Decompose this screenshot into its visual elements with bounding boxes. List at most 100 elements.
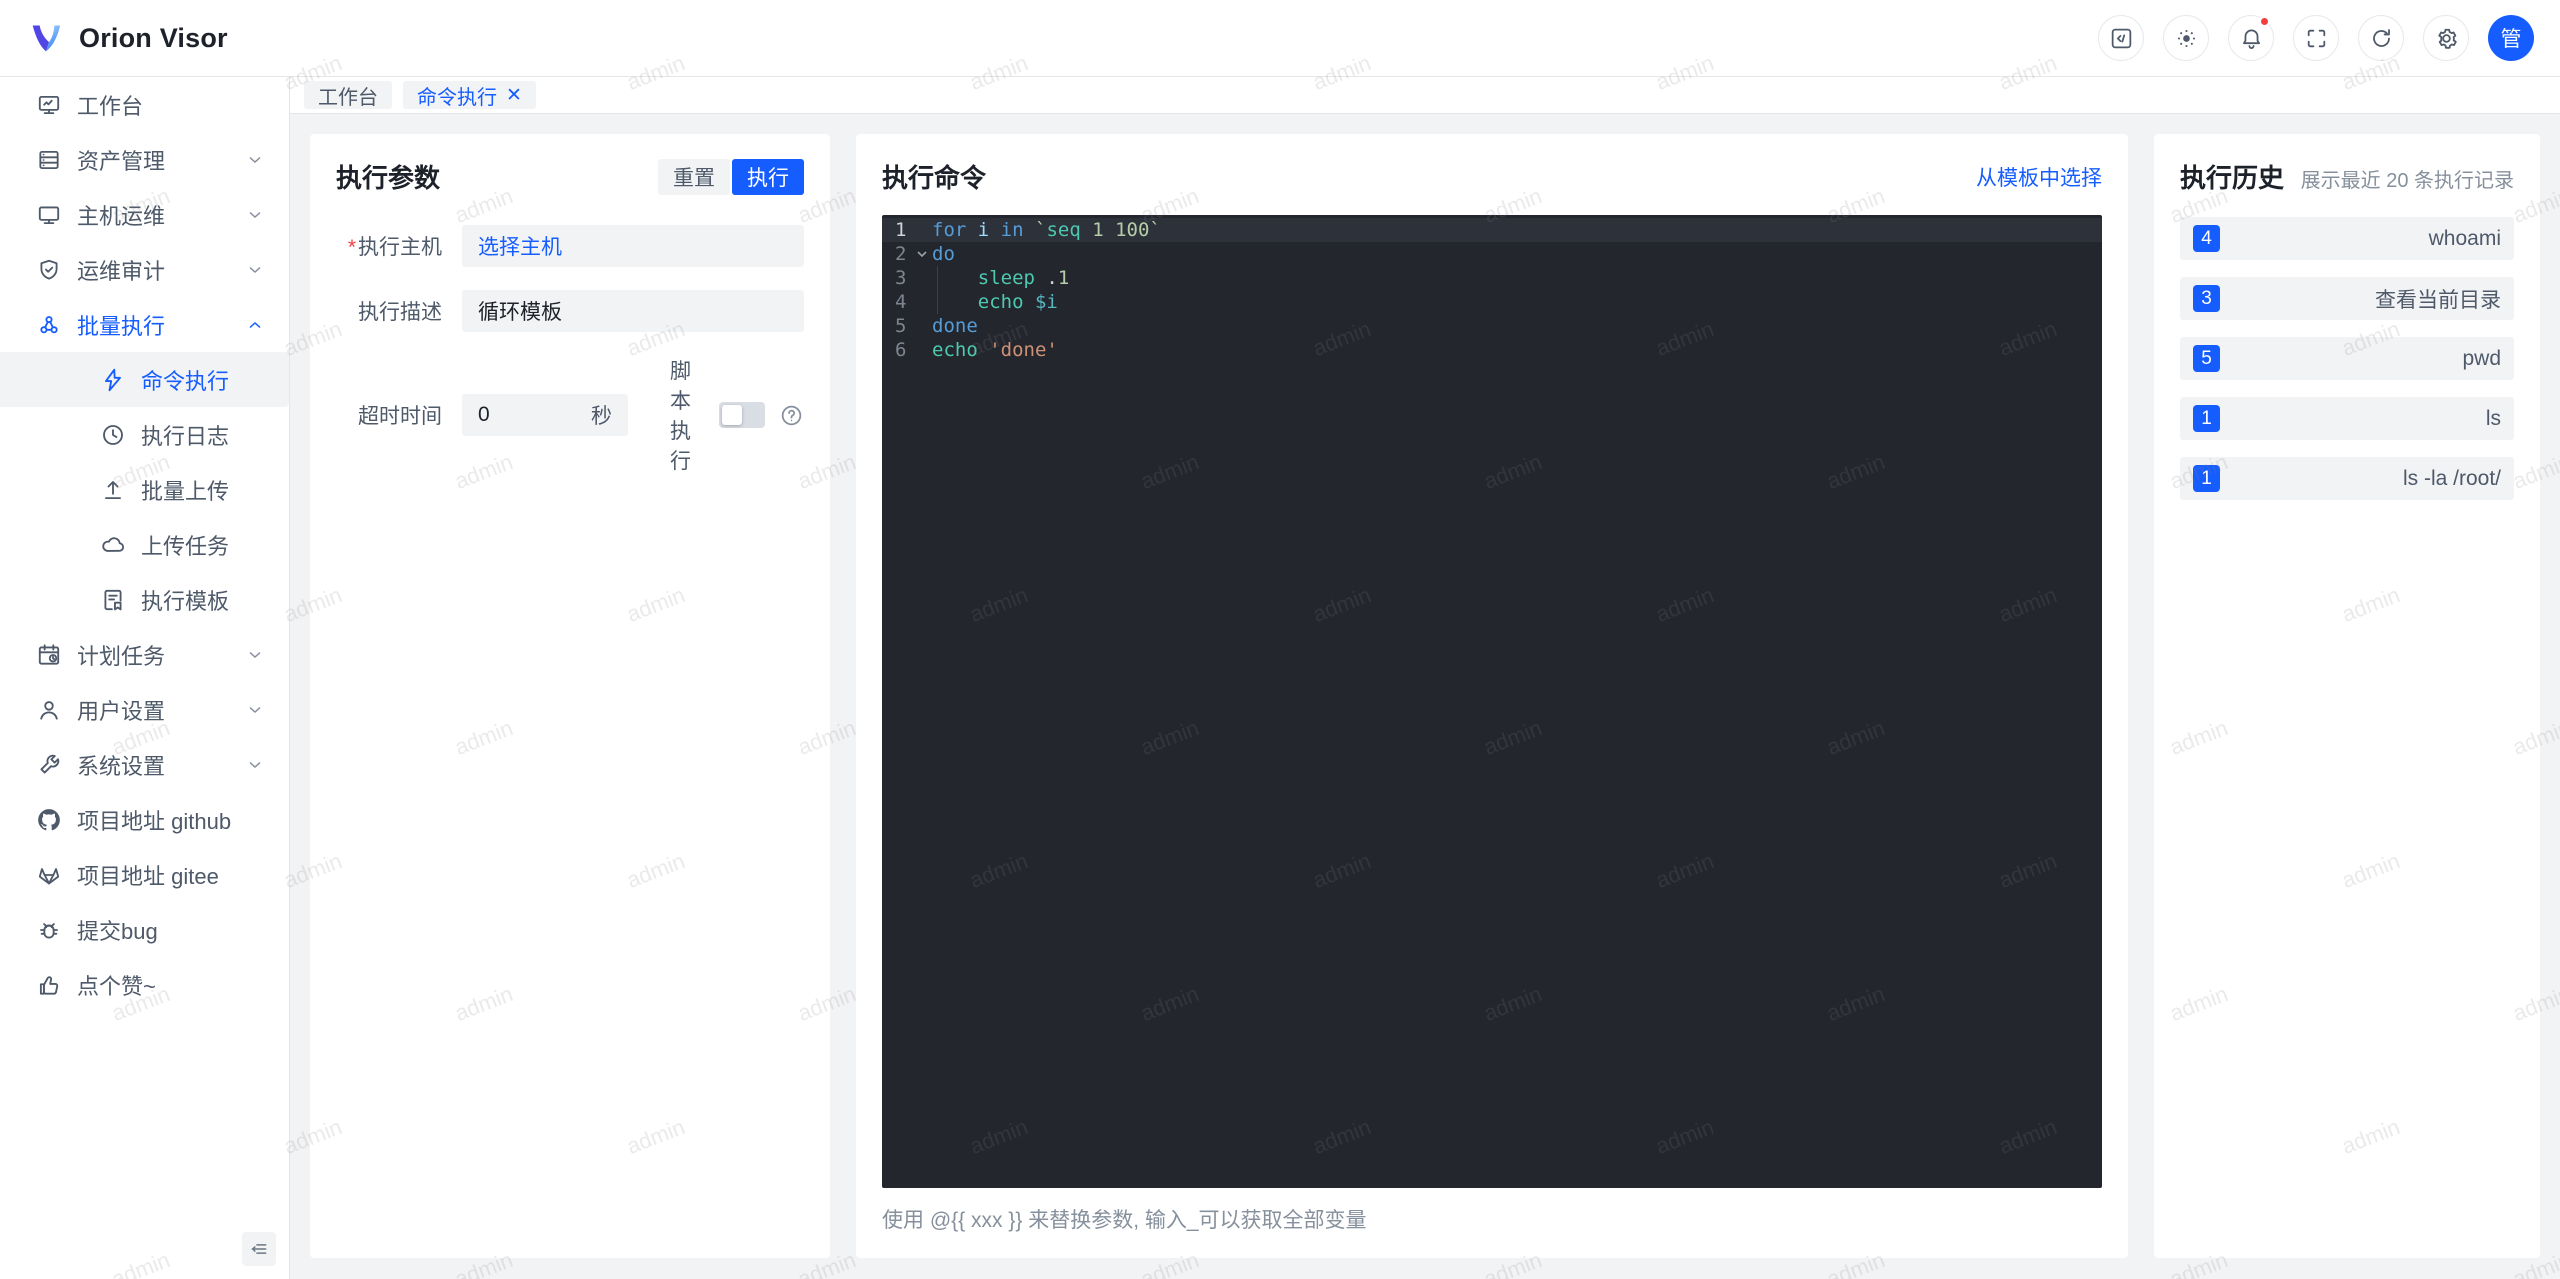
chevron-down-icon: [249, 211, 261, 218]
sidebar-item-ops-audit[interactable]: 运维审计: [0, 242, 289, 297]
theme-toggle-button[interactable]: [2163, 15, 2209, 61]
chevron-down-icon: [249, 156, 261, 163]
code-line: 4 echo $i: [882, 290, 2102, 314]
exec-count-badge: 3: [2193, 285, 2220, 312]
chevron-down-icon: [249, 706, 261, 713]
sidebar-item-label: 项目地址 github: [77, 808, 232, 834]
app-title: Orion Visor: [79, 22, 228, 53]
sidebar-item-exec-template[interactable]: 执行模板: [0, 572, 289, 627]
history-item[interactable]: 4 whoami: [2180, 217, 2514, 260]
sidebar-item-github[interactable]: 项目地址 github: [0, 792, 289, 847]
tab-close-icon[interactable]: ✕: [506, 86, 522, 105]
sidebar-item-gitee[interactable]: 项目地址 gitee: [0, 847, 289, 902]
script-exec-toggle[interactable]: [719, 402, 765, 428]
settings-button[interactable]: [2423, 15, 2469, 61]
history-list: 4 whoami 3 查看当前目录 5 pwd 1 ls 1 ls -la /r…: [2180, 217, 2514, 500]
line-number: 1: [895, 219, 907, 241]
settings-gear-icon: [2437, 28, 2457, 49]
history-item[interactable]: 1 ls: [2180, 397, 2514, 440]
app-logo[interactable]: Orion Visor: [26, 18, 228, 58]
sidebar-item-system-settings[interactable]: 系统设置: [0, 737, 289, 792]
sidebar-item-batch-exec[interactable]: 批量执行: [0, 297, 289, 352]
code-square-button[interactable]: [2098, 15, 2144, 61]
sidebar-item-exec-log[interactable]: 执行日志: [0, 407, 289, 462]
description-input[interactable]: 循环模板: [462, 290, 804, 332]
orion-visor-logo-icon: [32, 25, 61, 52]
select-from-template-link[interactable]: 从模板中选择: [1976, 162, 2102, 192]
sidebar-collapse-button[interactable]: [242, 1232, 276, 1266]
exec-params-header: 执行参数 重置 执行: [336, 158, 804, 195]
main-content: 执行参数 重置 执行 *执行主机 选择主机 执行描述 循环模板 超时时间 0 秒…: [290, 114, 2560, 1279]
sidebar-item-asset-mgmt[interactable]: 资产管理: [0, 132, 289, 187]
history-command: whoami: [2428, 226, 2501, 250]
cloud-icon: [102, 536, 125, 552]
github-icon: [38, 808, 60, 830]
line-number: 4: [895, 291, 907, 313]
sidebar-item-like[interactable]: 点个赞~: [0, 957, 289, 1012]
sidebar-item-batch-upload[interactable]: 批量上传: [0, 462, 289, 517]
refresh-button[interactable]: [2358, 15, 2404, 61]
execute-button[interactable]: 执行: [732, 158, 804, 195]
code-line: 1 for i in `seq 1 100`: [882, 218, 2102, 242]
notifications-button[interactable]: [2228, 15, 2274, 61]
form-row-host: *执行主机 选择主机: [336, 225, 804, 267]
code-editor[interactable]: 1 for i in `seq 1 100` 2 do 3 sleep .1 4…: [882, 215, 2102, 1188]
sidebar-item-label: 命令执行: [141, 368, 230, 394]
fold-chevron-icon[interactable]: [915, 247, 929, 261]
calendar-clock-icon: [38, 643, 60, 665]
required-asterisk: *: [347, 236, 356, 259]
timeout-input[interactable]: 0 秒: [462, 394, 628, 436]
reset-button[interactable]: 重置: [658, 158, 730, 195]
sidebar-item-command-exec[interactable]: 命令执行: [0, 352, 289, 407]
fullscreen-button[interactable]: [2293, 15, 2339, 61]
cluster-icon: [40, 315, 58, 333]
sidebar-item-workbench[interactable]: 工作台: [0, 77, 289, 132]
sidebar-item-scheduled-task[interactable]: 计划任务: [0, 627, 289, 682]
sidebar-item-host-ops[interactable]: 主机运维: [0, 187, 289, 242]
history-command: ls: [2485, 406, 2501, 430]
code-line: 6 echo 'done': [882, 338, 2102, 362]
notification-dot: [2259, 16, 2270, 27]
code-line: 5 done: [882, 314, 2102, 338]
upload-icon: [105, 480, 121, 499]
history-item[interactable]: 1 ls -la /root/: [2180, 457, 2514, 500]
exec-count-badge: 1: [2193, 405, 2220, 432]
line-number: 2: [882, 242, 932, 266]
exec-count-badge: 1: [2193, 465, 2220, 492]
sidebar-item-label: 执行模板: [141, 588, 230, 614]
bug-icon: [40, 922, 58, 938]
sidebar-item-upload-task[interactable]: 上传任务: [0, 517, 289, 572]
tab-label: 命令执行: [417, 86, 497, 109]
sidebar-item-label: 批量执行: [77, 313, 166, 339]
tab-workbench[interactable]: 工作台: [304, 81, 392, 109]
host-label: *执行主机: [347, 236, 442, 259]
editor-hint: 使用 @{{ xxx }} 来替换参数, 输入_可以获取全部变量: [882, 1209, 1367, 1232]
tab-label: 工作台: [318, 86, 378, 109]
exec-command-panel: 执行命令 从模板中选择 1 for i in `seq 1 100` 2 do …: [856, 134, 2128, 1258]
monitor-chart-icon: [38, 95, 60, 114]
form-row-description: 执行描述 循环模板: [336, 290, 804, 332]
sidebar-item-submit-bug[interactable]: 提交bug: [0, 902, 289, 957]
server-stack-icon: [39, 150, 59, 169]
sidebar: 工作台 资产管理 主机运维 运维审计 批量执行 命令执行 执行日志 批量上传 上…: [0, 77, 290, 1279]
sidebar-item-label: 计划任务: [77, 643, 166, 669]
exec-count-badge: 4: [2193, 225, 2220, 252]
line-number: 5: [895, 315, 907, 337]
user-avatar[interactable]: 管: [2488, 15, 2534, 61]
history-item[interactable]: 3 查看当前目录: [2180, 277, 2514, 320]
script-exec-label: 脚本执行: [670, 360, 691, 473]
sidebar-item-label: 主机运维: [77, 203, 166, 229]
sidebar-item-label: 执行日志: [141, 423, 230, 449]
question-circle-icon: [781, 405, 802, 425]
sidebar-item-user-settings[interactable]: 用户设置: [0, 682, 289, 737]
panel-title: 执行参数: [336, 163, 441, 193]
tab-command-exec[interactable]: 命令执行 ✕: [403, 81, 536, 109]
notification-bell-icon: [2242, 28, 2260, 49]
navbar-actions: 管: [2098, 15, 2534, 61]
history-command: pwd: [2462, 346, 2501, 370]
select-host-field[interactable]: 选择主机: [462, 225, 804, 267]
line-number: 6: [895, 339, 907, 361]
help-button[interactable]: [779, 403, 804, 428]
history-item[interactable]: 5 pwd: [2180, 337, 2514, 380]
top-navbar: Orion Visor 管: [0, 0, 2560, 77]
